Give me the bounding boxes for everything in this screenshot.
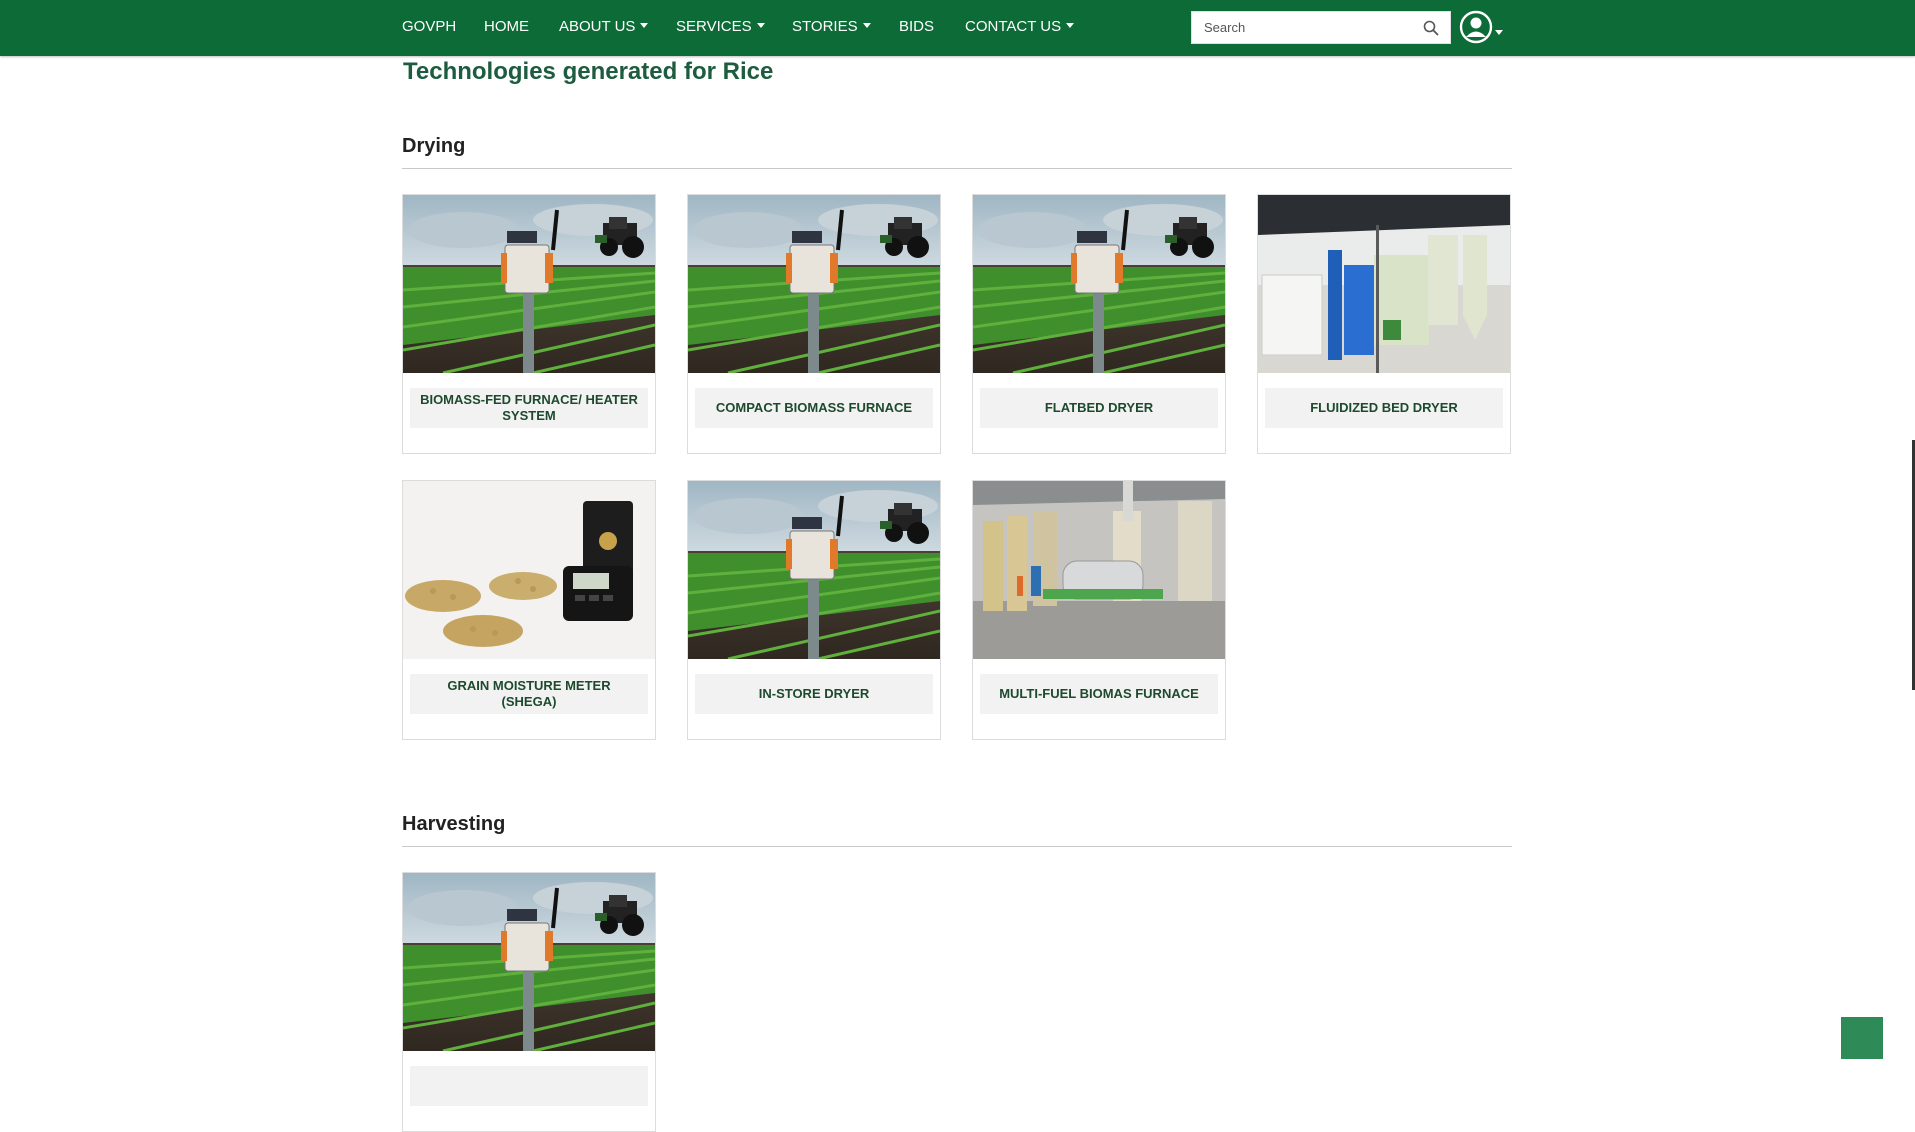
card-image (973, 481, 1225, 659)
card-image (688, 195, 940, 373)
section-divider (402, 846, 1512, 847)
nav-about-us[interactable]: ABOUT US (559, 0, 649, 56)
card-label[interactable]: COMPACT BIOMASS FURNACE (695, 388, 933, 428)
search-input[interactable] (1192, 12, 1436, 43)
tech-card-biomass-fed-furnace[interactable]: BIOMASS-FED FURNACE/ HEATER SYSTEM (402, 194, 656, 454)
card-label[interactable]: GRAIN MOISTURE METER (SHEGA) (410, 674, 648, 714)
nav-bids[interactable]: BIDS (899, 0, 934, 56)
section-divider (402, 168, 1512, 169)
tech-card-harvesting[interactable] (402, 872, 656, 1132)
tech-card-in-store-dryer[interactable]: IN-STORE DRYER (687, 480, 941, 740)
section-title-harvesting: Harvesting (402, 813, 506, 835)
tech-card-compact-biomass-furnace[interactable]: COMPACT BIOMASS FURNACE (687, 194, 941, 454)
back-to-top-button[interactable] (1841, 1017, 1883, 1059)
card-label[interactable]: IN-STORE DRYER (695, 674, 933, 714)
nav-contact-us[interactable]: CONTACT US (965, 0, 1075, 56)
card-image (973, 195, 1225, 373)
chevron-down-icon (1066, 23, 1075, 28)
user-avatar-icon (1459, 10, 1493, 44)
card-image (403, 481, 655, 659)
section-title-drying: Drying (402, 135, 466, 157)
nav-services[interactable]: SERVICES (676, 0, 765, 56)
top-navbar: GOVPH HOME ABOUT US SERVICES STORIES BID… (0, 0, 1915, 56)
card-label[interactable]: FLATBED DRYER (980, 388, 1218, 428)
chevron-down-icon (1495, 30, 1503, 35)
tech-card-flatbed-dryer[interactable]: FLATBED DRYER (972, 194, 1226, 454)
search-icon[interactable] (1422, 19, 1440, 37)
chevron-down-icon (862, 23, 871, 28)
page-title: Technologies generated for Rice (403, 58, 774, 85)
chevron-down-icon (756, 23, 765, 28)
tech-card-multi-fuel-biomas-furnace[interactable]: MULTI-FUEL BIOMAS FURNACE (972, 480, 1226, 740)
search-box (1191, 11, 1451, 44)
nav-stories[interactable]: STORIES (792, 0, 871, 56)
card-label[interactable]: MULTI-FUEL BIOMAS FURNACE (980, 674, 1218, 714)
card-label[interactable]: BIOMASS-FED FURNACE/ HEATER SYSTEM (410, 388, 648, 428)
card-image (688, 481, 940, 659)
nav-stories-label: STORIES (792, 18, 858, 35)
nav-contact-us-label: CONTACT US (965, 18, 1062, 35)
card-label[interactable]: FLUIDIZED BED DRYER (1265, 388, 1503, 428)
tech-card-grain-moisture-meter[interactable]: GRAIN MOISTURE METER (SHEGA) (402, 480, 656, 740)
user-account-menu[interactable] (1459, 10, 1505, 46)
tech-card-fluidized-bed-dryer[interactable]: FLUIDIZED BED DRYER (1257, 194, 1511, 454)
nav-services-label: SERVICES (676, 18, 752, 35)
nav-about-us-label: ABOUT US (559, 18, 636, 35)
nav-home[interactable]: HOME (484, 0, 529, 56)
card-label[interactable] (410, 1066, 648, 1106)
card-image (1258, 195, 1510, 373)
card-image (403, 195, 655, 373)
chevron-down-icon (640, 23, 649, 28)
nav-govph[interactable]: GOVPH (402, 0, 456, 56)
card-image (403, 873, 655, 1051)
